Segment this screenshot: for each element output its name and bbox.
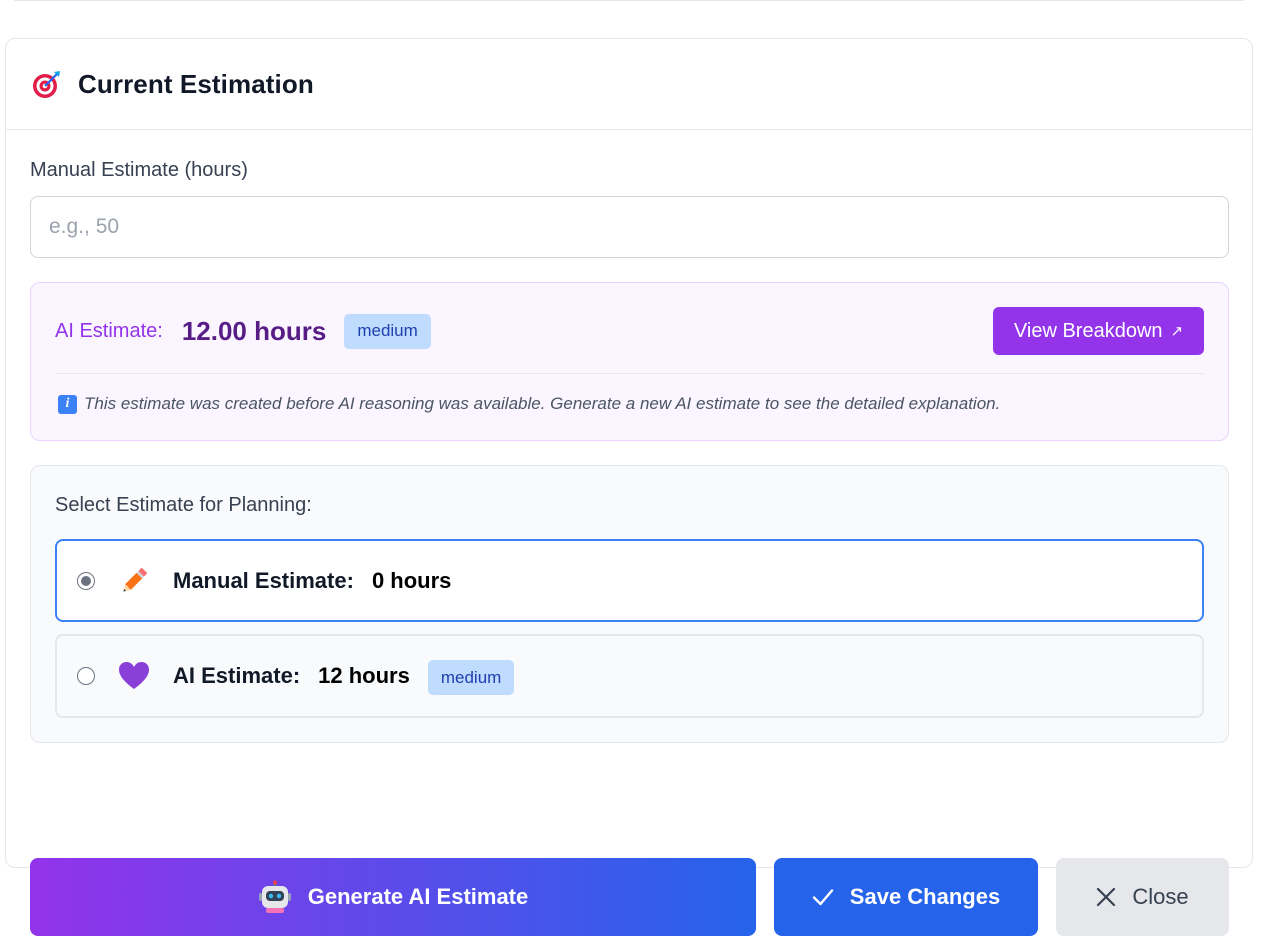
option-ai-estimate[interactable]: AI Estimate: 12 hours medium <box>55 634 1204 718</box>
manual-estimate-label: Manual Estimate (hours) <box>30 159 248 181</box>
save-label: Save Changes <box>849 884 1001 909</box>
ai-estimate-radio[interactable] <box>77 667 95 685</box>
target-icon <box>32 69 62 99</box>
ai-note-text: This estimate was created before AI reas… <box>84 394 1001 413</box>
manual-estimate-input[interactable] <box>30 196 1229 258</box>
info-icon: i <box>58 394 77 414</box>
view-breakdown-button[interactable]: View Breakdown ↗ <box>993 307 1204 355</box>
confidence-badge: medium <box>344 313 431 349</box>
external-link-icon: ↗ <box>1170 323 1184 340</box>
view-breakdown-label: View Breakdown <box>1013 319 1163 342</box>
check-icon <box>812 886 834 908</box>
generate-label: Generate AI Estimate <box>307 884 529 909</box>
pencil-icon <box>117 564 151 598</box>
estimation-card: Current Estimation Manual Estimate (hour… <box>5 38 1253 936</box>
ai-estimate-panel: AI Estimate: 12.00 hours medium View Bre… <box>30 282 1229 441</box>
card-title: Current Estimation <box>78 68 314 99</box>
manual-option-label: Manual Estimate: <box>173 567 354 593</box>
close-label: Close <box>1132 884 1189 909</box>
robot-icon <box>258 880 292 914</box>
manual-option-value: 0 hours <box>371 567 452 593</box>
top-divider <box>14 0 1244 1</box>
manual-estimate-radio[interactable] <box>77 571 95 590</box>
ai-option-value: 12 hours <box>318 663 410 688</box>
close-button[interactable]: Close <box>1056 858 1229 936</box>
card-header: Current Estimation <box>6 39 1252 130</box>
option-manual-estimate[interactable]: Manual Estimate: 0 hours <box>55 539 1204 622</box>
purple-heart-icon <box>117 659 151 693</box>
selection-title: Select Estimate for Planning: <box>55 494 312 516</box>
ai-panel-divider <box>55 373 1204 374</box>
save-changes-button[interactable]: Save Changes <box>774 858 1038 936</box>
estimate-selection-panel: Select Estimate for Planning: Manual Est… <box>30 465 1229 743</box>
ai-option-label: AI Estimate: <box>173 663 301 688</box>
ai-estimate-label: AI Estimate: <box>55 319 163 342</box>
generate-ai-estimate-button[interactable]: Generate AI Estimate <box>30 858 756 936</box>
ai-estimate-value: 12.00 hours <box>181 315 327 346</box>
ai-option-confidence-badge: medium <box>427 660 515 695</box>
ai-reasoning-note: i This estimate was created before AI re… <box>58 394 1204 414</box>
ai-estimate-row: AI Estimate: 12.00 hours medium View Bre… <box>55 307 1204 355</box>
close-icon <box>1096 887 1116 907</box>
